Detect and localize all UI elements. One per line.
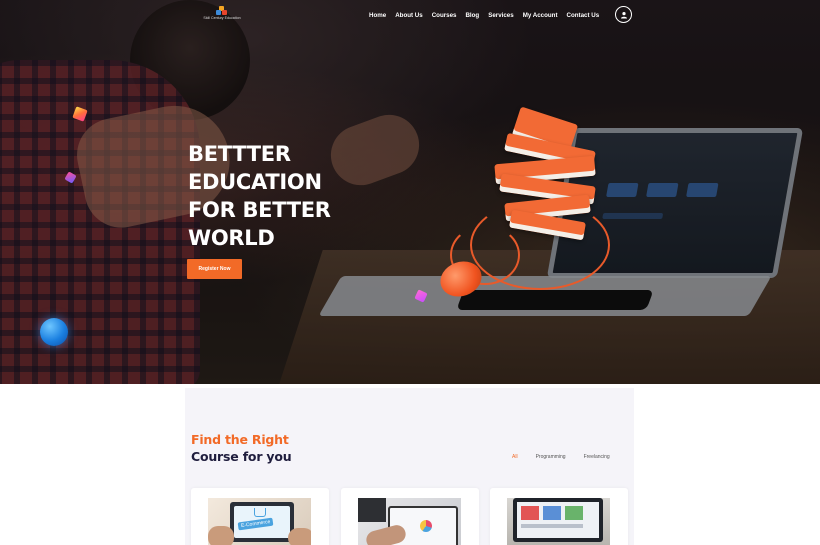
site-logo[interactable]: Skill Century Education xyxy=(200,6,244,26)
nav-item-my-account[interactable]: My Account xyxy=(523,12,558,19)
hero-title-line: BETTTER xyxy=(188,142,291,166)
nav-item-courses[interactable]: Courses xyxy=(432,12,457,19)
user-icon xyxy=(620,11,627,18)
course-filter-tabs: All Programming Freelancing xyxy=(512,454,628,460)
hero-overlay xyxy=(0,0,820,384)
course-thumbnail: E-Commerce xyxy=(208,498,311,545)
filter-tab-programming[interactable]: Programming xyxy=(536,454,566,460)
courses-section: Find the Right Course for you All Progra… xyxy=(185,388,634,545)
course-card[interactable] xyxy=(341,488,479,545)
blue-sphere-decoration xyxy=(40,318,68,346)
hero-title-line: EDUCATION xyxy=(188,170,322,194)
nav-item-about-us[interactable]: About Us xyxy=(395,12,423,19)
filter-tab-freelancing[interactable]: Freelancing xyxy=(584,454,610,460)
courses-heading: Find the Right Course for you xyxy=(191,431,292,465)
nav-item-blog[interactable]: Blog xyxy=(465,12,479,19)
nav-item-contact-us[interactable]: Contact Us xyxy=(567,12,600,19)
course-thumbnail xyxy=(358,498,461,545)
courses-heading-line1: Find the Right xyxy=(191,432,289,447)
nav-item-services[interactable]: Services xyxy=(488,12,513,19)
hero-title-line: WORLD xyxy=(188,226,275,250)
courses-heading-line2: Course for you xyxy=(191,449,292,464)
hero-title: BETTTER EDUCATION FOR BETTER WORLD xyxy=(188,140,388,252)
main-nav: Home About Us Courses Blog Services My A… xyxy=(369,10,608,20)
course-card[interactable] xyxy=(490,488,628,545)
cart-icon xyxy=(254,508,266,517)
logo-icon xyxy=(216,6,228,16)
hero-title-line: FOR BETTER xyxy=(188,198,331,222)
logo-text: Skill Century Education xyxy=(203,16,241,20)
course-card[interactable]: E-Commerce xyxy=(191,488,329,545)
filter-tab-all[interactable]: All xyxy=(512,454,518,460)
user-account-button[interactable] xyxy=(615,6,632,23)
nav-item-home[interactable]: Home xyxy=(369,12,386,19)
register-now-button[interactable]: Register Now xyxy=(187,259,242,279)
course-thumbnail xyxy=(507,498,610,545)
hero-section: Skill Century Education Home About Us Co… xyxy=(0,0,820,384)
